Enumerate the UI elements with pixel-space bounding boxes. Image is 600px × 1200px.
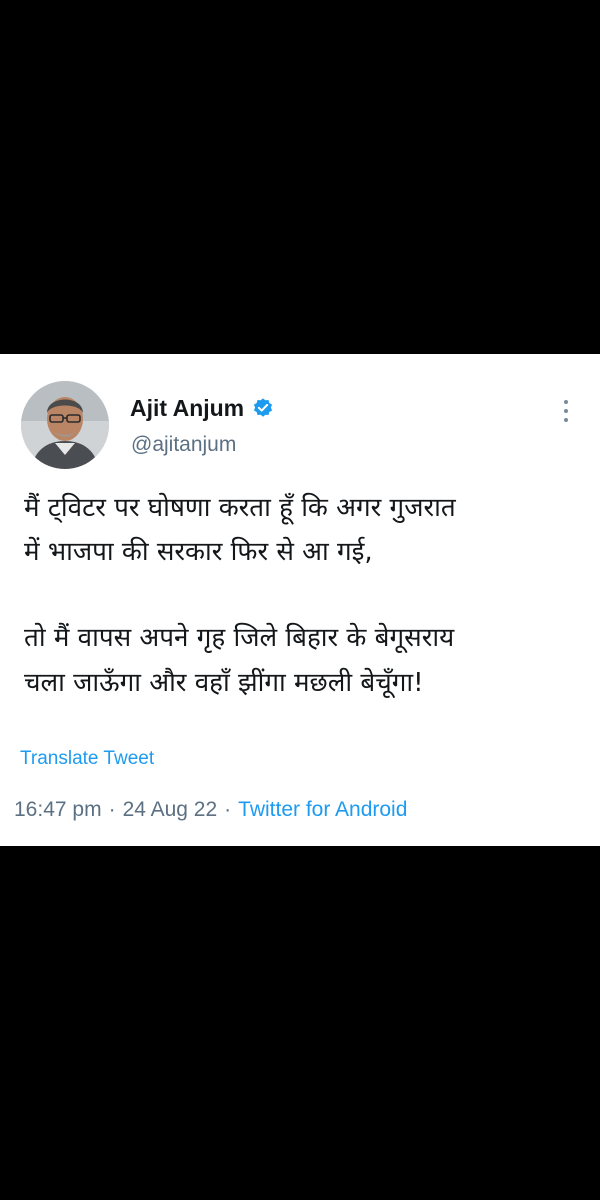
- verified-badge-icon: [252, 397, 274, 419]
- separator-dot: ·: [224, 798, 232, 821]
- tweet-text-line: चला जाऊँगा और वहाँ झींगा मछली बेचूँगा!: [24, 668, 424, 698]
- tweet-text: मैं ट्विटर पर घोषणा करता हूँ कि अगर गुजर…: [24, 488, 584, 734]
- more-options-button[interactable]: [554, 396, 578, 426]
- tweet-card: Ajit Anjum @ajitanjum मैं ट्विटर पर घोषण…: [0, 354, 600, 846]
- tweet-date: 24 Aug 22: [122, 798, 218, 821]
- tweet-text-line: मैं ट्विटर पर घोषणा करता हूँ कि अगर गुजर…: [24, 493, 456, 523]
- tweet-text-line: तो मैं वापस अपने गृह जिले बिहार के बेगूस…: [24, 623, 455, 653]
- translate-tweet-link[interactable]: Translate Tweet: [20, 747, 154, 771]
- tweet-time: 16:47 pm: [14, 798, 102, 821]
- more-vertical-icon: [564, 400, 568, 404]
- author-avatar[interactable]: [21, 381, 109, 469]
- tweet-metadata: 16:47 pm · 24 Aug 22 · Twitter for Andro…: [14, 796, 407, 824]
- tweet-source-link[interactable]: Twitter for Android: [238, 796, 407, 824]
- author-name-row: Ajit Anjum: [130, 394, 274, 422]
- separator-dot: ·: [108, 798, 116, 821]
- tweet-text-line: में भाजपा की सरकार फिर से आ गई,: [24, 537, 373, 567]
- author-handle[interactable]: @ajitanjum: [131, 432, 236, 458]
- avatar-photo: [21, 381, 109, 469]
- author-name[interactable]: Ajit Anjum: [130, 394, 244, 422]
